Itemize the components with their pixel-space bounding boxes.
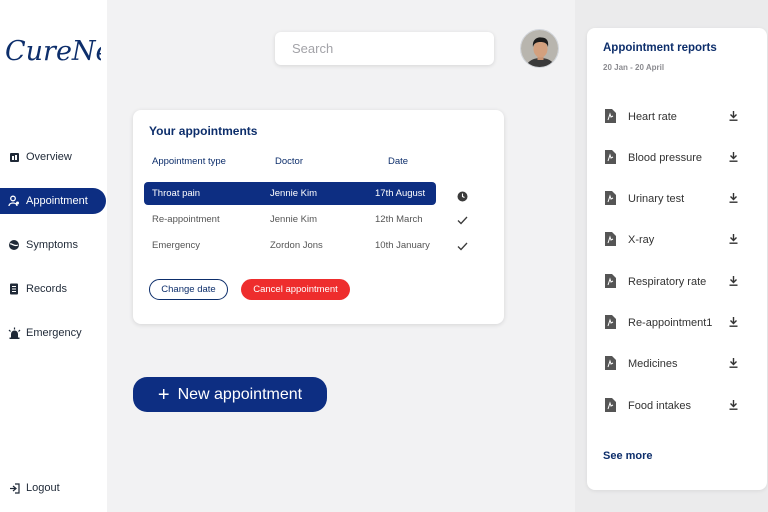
- download-icon[interactable]: [729, 234, 738, 247]
- download-icon[interactable]: [729, 276, 738, 289]
- avatar[interactable]: [520, 29, 559, 68]
- table-row[interactable]: Throat pain Jennie Kim 17th August: [144, 182, 436, 205]
- appointment-doctor: Jennie Kim: [270, 188, 317, 199]
- appointment-type: Emergency: [152, 240, 201, 251]
- download-icon[interactable]: [729, 193, 738, 206]
- appointment-type: Throat pain: [152, 188, 201, 199]
- reports-title: Appointment reports: [603, 42, 717, 54]
- table-row[interactable]: Emergency Zordon Jons 10th January: [144, 234, 436, 257]
- symptoms-icon: [0, 239, 26, 251]
- sidebar: CureNet Overview Appointment Symptoms Re…: [0, 0, 107, 512]
- download-icon[interactable]: [729, 152, 738, 165]
- appointment-date: 10th January: [375, 240, 430, 251]
- report-label: Re-appointment1: [628, 317, 713, 329]
- sidebar-item-overview[interactable]: Overview: [0, 144, 106, 170]
- file-icon: [605, 356, 616, 373]
- logout-label: Logout: [26, 482, 60, 494]
- appointment-date: 12th March: [375, 214, 423, 225]
- avatar-image: [521, 30, 558, 67]
- appointment-doctor: Zordon Jons: [270, 240, 323, 251]
- file-icon: [605, 398, 616, 415]
- report-label: Heart rate: [628, 111, 677, 123]
- logo-text: CureNet: [5, 36, 101, 67]
- report-item-respiratory-rate[interactable]: Respiratory rate: [603, 273, 743, 291]
- download-icon[interactable]: [729, 111, 738, 124]
- appointment-icon: [0, 195, 26, 207]
- sidebar-item-emergency[interactable]: Emergency: [0, 320, 106, 346]
- file-icon: [605, 109, 616, 126]
- report-item-x-ray[interactable]: X-ray: [603, 231, 743, 249]
- column-header-date: Date: [388, 156, 409, 167]
- search-input[interactable]: [292, 41, 472, 56]
- column-header-type: Appointment type: [152, 156, 226, 167]
- sidebar-item-label: Symptoms: [26, 239, 78, 251]
- file-icon: [605, 150, 616, 167]
- sidebar-item-label: Overview: [26, 151, 72, 163]
- reports-card: Appointment reports 20 Jan - 20 April He…: [587, 28, 767, 490]
- logout-button[interactable]: Logout: [0, 475, 106, 501]
- column-header-doctor: Doctor: [275, 156, 303, 167]
- sidebar-item-label: Emergency: [26, 327, 82, 339]
- sidebar-item-symptoms[interactable]: Symptoms: [0, 232, 106, 258]
- see-more-link[interactable]: See more: [603, 450, 653, 462]
- search-box[interactable]: [275, 32, 494, 65]
- download-icon[interactable]: [729, 358, 738, 371]
- table-row[interactable]: Re-appointment Jennie Kim 12th March: [144, 208, 436, 231]
- file-icon: [605, 191, 616, 208]
- appointments-card: Your appointments Appointment type Docto…: [133, 110, 504, 324]
- appointments-title: Your appointments: [149, 124, 258, 138]
- report-label: Medicines: [628, 358, 678, 370]
- plus-icon: +: [157, 383, 170, 406]
- check-icon: [455, 213, 469, 227]
- overview-icon: [0, 152, 26, 163]
- clock-icon: [455, 189, 469, 203]
- emergency-icon: [0, 327, 26, 339]
- file-icon: [605, 274, 616, 291]
- report-item-heart-rate[interactable]: Heart rate: [603, 108, 743, 126]
- check-icon: [455, 239, 469, 253]
- sidebar-item-appointment[interactable]: Appointment: [0, 188, 106, 214]
- report-label: Blood pressure: [628, 152, 702, 164]
- new-appointment-label: New appointment: [177, 385, 303, 403]
- appointment-date: 17th August: [375, 188, 426, 199]
- new-appointment-button[interactable]: + New appointment: [133, 377, 327, 412]
- report-item-urinary-test[interactable]: Urinary test: [603, 190, 743, 208]
- report-item-food-intakes[interactable]: Food intakes: [603, 397, 743, 415]
- appointment-doctor: Jennie Kim: [270, 214, 317, 225]
- report-item-re-appointment1[interactable]: Re-appointment1: [603, 314, 743, 332]
- reports-date-range: 20 Jan - 20 April: [603, 63, 665, 72]
- sidebar-item-label: Records: [26, 283, 67, 295]
- file-icon: [605, 232, 616, 249]
- cancel-appointment-button[interactable]: Cancel appointment: [241, 279, 350, 300]
- report-label: Respiratory rate: [628, 276, 707, 288]
- download-icon[interactable]: [729, 400, 738, 413]
- download-icon[interactable]: [729, 317, 738, 330]
- change-date-button[interactable]: Change date: [149, 279, 228, 300]
- sidebar-item-label: Appointment: [26, 195, 88, 207]
- report-label: X-ray: [628, 234, 655, 246]
- report-label: Food intakes: [628, 400, 691, 412]
- report-item-medicines[interactable]: Medicines: [603, 355, 743, 373]
- records-icon: [0, 283, 26, 295]
- report-item-blood-pressure[interactable]: Blood pressure: [603, 149, 743, 167]
- report-label: Urinary test: [628, 193, 685, 205]
- logout-icon: [0, 482, 26, 494]
- appointment-type: Re-appointment: [152, 214, 220, 225]
- curenet-logo[interactable]: CureNet: [5, 30, 101, 72]
- file-icon: [605, 315, 616, 332]
- sidebar-item-records[interactable]: Records: [0, 276, 106, 302]
